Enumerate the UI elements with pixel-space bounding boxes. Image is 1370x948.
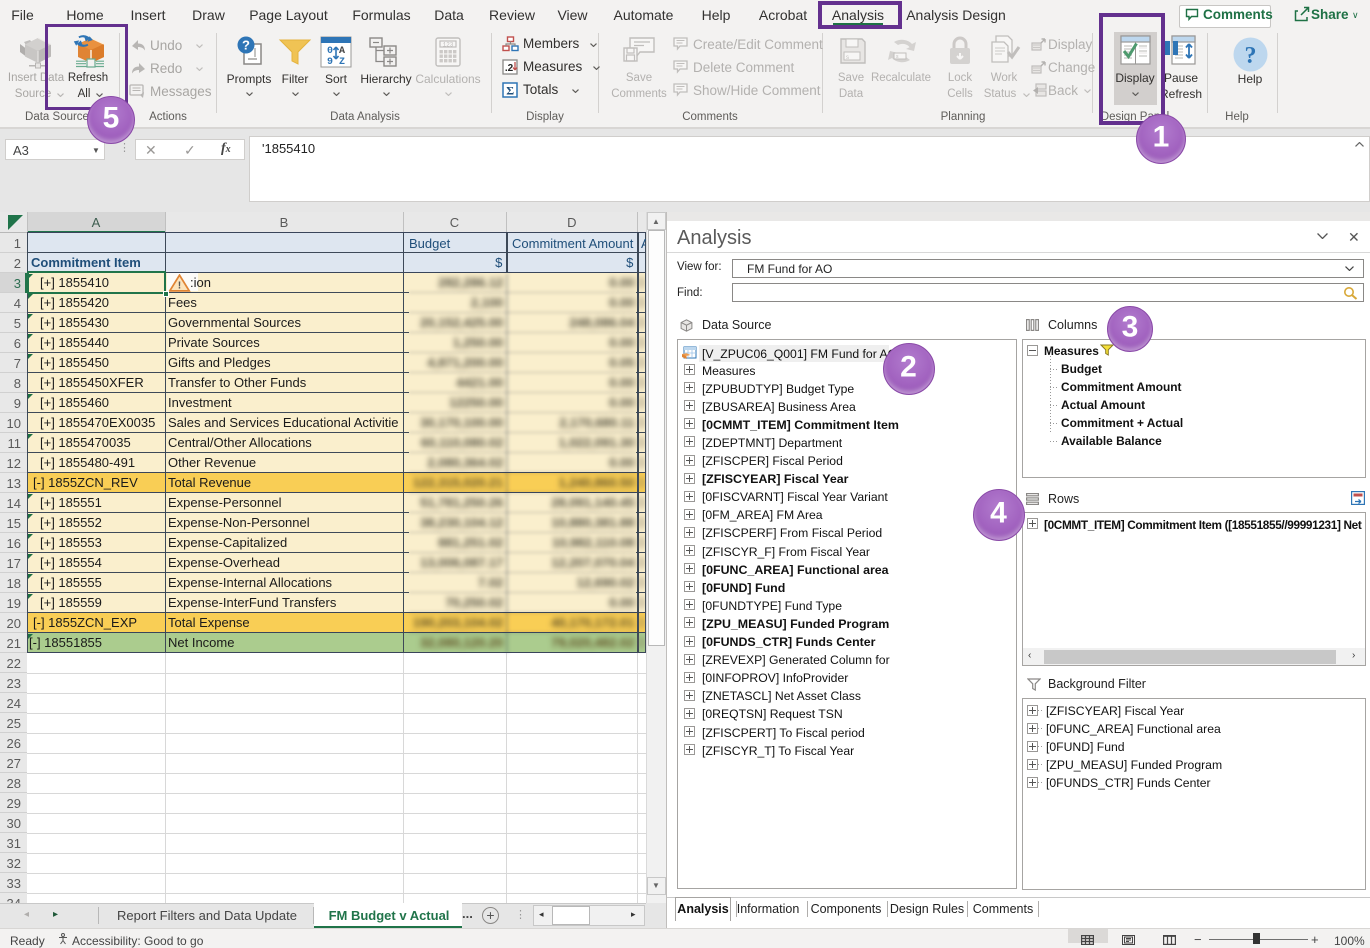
svg-text:?: ? <box>1245 43 1257 69</box>
svg-text:Σ: Σ <box>506 83 514 97</box>
svg-text:A: A <box>339 46 345 57</box>
svg-text:123: 123 <box>443 42 454 49</box>
svg-text:9: 9 <box>327 57 333 68</box>
svg-text:Z: Z <box>339 57 345 68</box>
svg-text:0: 0 <box>327 46 333 57</box>
svg-text:.2: .2 <box>505 63 514 74</box>
svg-text:?: ? <box>242 38 250 53</box>
svg-text:!: ! <box>178 281 181 292</box>
svg-text:s: s <box>846 55 849 61</box>
